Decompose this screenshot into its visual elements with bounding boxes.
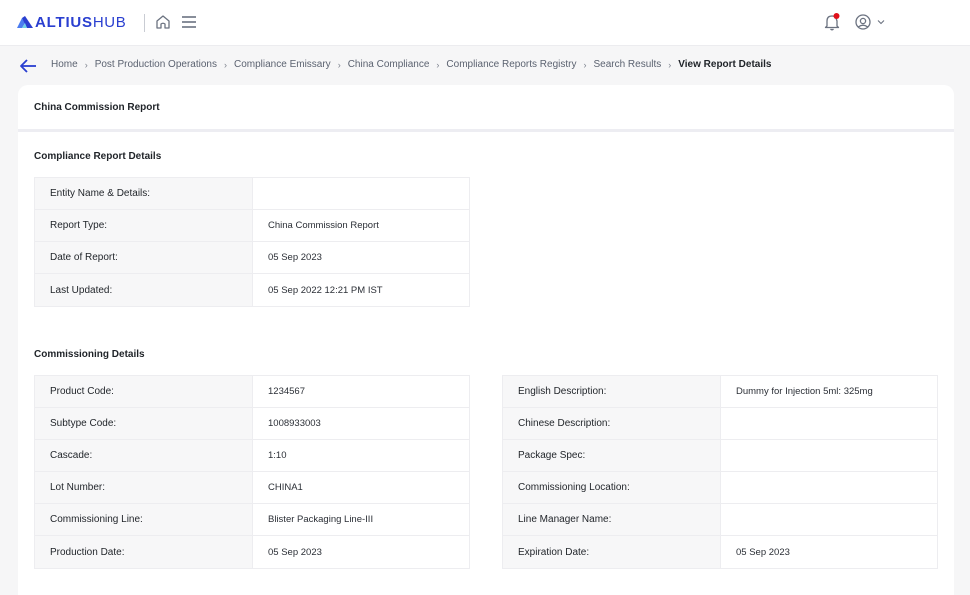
expiration-date-value: 05 Sep 2023 bbox=[721, 536, 937, 568]
field-label: Commissioning Line: bbox=[35, 504, 253, 535]
bell-icon bbox=[824, 13, 840, 31]
table-row: Lot Number: CHINA1 bbox=[35, 472, 469, 504]
field-label: Line Manager Name: bbox=[503, 504, 721, 535]
breadcrumb-home[interactable]: Home bbox=[51, 59, 78, 70]
header-divider bbox=[144, 14, 145, 32]
compliance-report-details-table: Entity Name & Details: Report Type: Chin… bbox=[34, 177, 470, 307]
field-label: Package Spec: bbox=[503, 440, 721, 471]
field-label: English Description: bbox=[503, 376, 721, 407]
table-row: Production Date: 05 Sep 2023 bbox=[35, 536, 469, 568]
commissioning-details-left-table: Product Code: 1234567 Subtype Code: 1008… bbox=[34, 375, 470, 569]
field-label: Expiration Date: bbox=[503, 536, 721, 568]
table-row: Cascade: 1:10 bbox=[35, 440, 469, 472]
package-spec-value bbox=[721, 440, 937, 471]
production-date-value: 05 Sep 2023 bbox=[253, 536, 469, 568]
commissioning-line-value: Blister Packaging Line-III bbox=[253, 504, 469, 535]
table-row: Package Spec: bbox=[503, 440, 937, 472]
user-menu-button[interactable] bbox=[854, 12, 886, 32]
breadcrumb-separator: › bbox=[337, 59, 341, 70]
field-label: Lot Number: bbox=[35, 472, 253, 503]
field-label: Last Updated: bbox=[35, 274, 253, 306]
table-row: Date of Report: 05 Sep 2023 bbox=[35, 242, 469, 274]
table-row: Chinese Description: bbox=[503, 408, 937, 440]
report-type-value: China Commission Report bbox=[253, 210, 469, 241]
notification-dot bbox=[833, 13, 840, 19]
subtype-code-value: 1008933003 bbox=[253, 408, 469, 439]
brand-name-light: HUB bbox=[92, 13, 127, 31]
table-row: English Description: Dummy for Injection… bbox=[503, 376, 937, 408]
last-updated-value: 05 Sep 2022 12:21 PM IST bbox=[253, 274, 469, 306]
card-header: China Commission Report bbox=[18, 85, 954, 132]
table-row: Subtype Code: 1008933003 bbox=[35, 408, 469, 440]
field-label: Entity Name & Details: bbox=[35, 178, 253, 209]
table-row: Commissioning Location: bbox=[503, 472, 937, 504]
field-label: Production Date: bbox=[35, 536, 253, 568]
field-label: Commissioning Location: bbox=[503, 472, 721, 503]
breadcrumb-separator: › bbox=[436, 59, 440, 70]
breadcrumb-separator: › bbox=[583, 59, 587, 70]
top-navigation-bar: ALTIUS HUB bbox=[0, 0, 970, 46]
field-label: Product Code: bbox=[35, 376, 253, 407]
date-of-report-value: 05 Sep 2023 bbox=[253, 242, 469, 273]
commissioning-location-value bbox=[721, 472, 937, 503]
table-row: Entity Name & Details: bbox=[35, 178, 469, 210]
breadcrumb-separator: › bbox=[84, 59, 88, 70]
table-row: Report Type: China Commission Report bbox=[35, 210, 469, 242]
product-code-value: 1234567 bbox=[253, 376, 469, 407]
field-label: Report Type: bbox=[35, 210, 253, 241]
report-details-card: China Commission Report Compliance Repor… bbox=[18, 85, 954, 595]
hamburger-menu-icon bbox=[182, 16, 196, 28]
altius-logo-icon bbox=[17, 16, 33, 28]
breadcrumb-current-page: View Report Details bbox=[678, 59, 772, 70]
page-title: China Commission Report bbox=[34, 101, 160, 113]
commissioning-details-title: Commissioning Details bbox=[34, 349, 145, 360]
breadcrumb-post-production-operations[interactable]: Post Production Operations bbox=[95, 59, 217, 70]
chevron-down-icon bbox=[877, 20, 885, 25]
table-row: Expiration Date: 05 Sep 2023 bbox=[503, 536, 937, 568]
chinese-description-value bbox=[721, 408, 937, 439]
field-label: Cascade: bbox=[35, 440, 253, 471]
field-label: Date of Report: bbox=[35, 242, 253, 273]
back-button[interactable] bbox=[19, 59, 37, 73]
commissioning-details-right-table: English Description: Dummy for Injection… bbox=[502, 375, 938, 569]
table-row: Line Manager Name: bbox=[503, 504, 937, 536]
lot-number-value: CHINA1 bbox=[253, 472, 469, 503]
breadcrumb: Home › Post Production Operations › Comp… bbox=[51, 59, 771, 70]
brand-name-bold: ALTIUS bbox=[35, 13, 93, 31]
table-row: Commissioning Line: Blister Packaging Li… bbox=[35, 504, 469, 536]
breadcrumb-bar: Home › Post Production Operations › Comp… bbox=[0, 52, 970, 80]
breadcrumb-search-results[interactable]: Search Results bbox=[593, 59, 661, 70]
field-label: Subtype Code: bbox=[35, 408, 253, 439]
breadcrumb-compliance-emissary[interactable]: Compliance Emissary bbox=[234, 59, 331, 70]
home-button[interactable] bbox=[154, 13, 172, 31]
page-scrollbar[interactable] bbox=[955, 85, 970, 587]
notifications-button[interactable] bbox=[823, 12, 841, 32]
table-row: Last Updated: 05 Sep 2022 12:21 PM IST bbox=[35, 274, 469, 306]
english-description-value: Dummy for Injection 5ml: 325mg bbox=[721, 376, 937, 407]
user-circle-icon bbox=[855, 14, 871, 30]
breadcrumb-compliance-reports-registry[interactable]: Compliance Reports Registry bbox=[446, 59, 576, 70]
breadcrumb-separator: › bbox=[668, 59, 672, 70]
table-row: Product Code: 1234567 bbox=[35, 376, 469, 408]
cascade-value: 1:10 bbox=[253, 440, 469, 471]
arrow-left-icon bbox=[20, 59, 36, 73]
menu-button[interactable] bbox=[181, 13, 197, 31]
field-label: Chinese Description: bbox=[503, 408, 721, 439]
line-manager-name-value bbox=[721, 504, 937, 535]
breadcrumb-china-compliance[interactable]: China Compliance bbox=[348, 59, 430, 70]
compliance-report-details-title: Compliance Report Details bbox=[34, 151, 162, 162]
home-icon bbox=[156, 15, 170, 29]
brand-logo[interactable]: ALTIUS HUB bbox=[17, 13, 126, 31]
entity-name-value bbox=[253, 178, 469, 209]
breadcrumb-separator: › bbox=[223, 59, 227, 70]
